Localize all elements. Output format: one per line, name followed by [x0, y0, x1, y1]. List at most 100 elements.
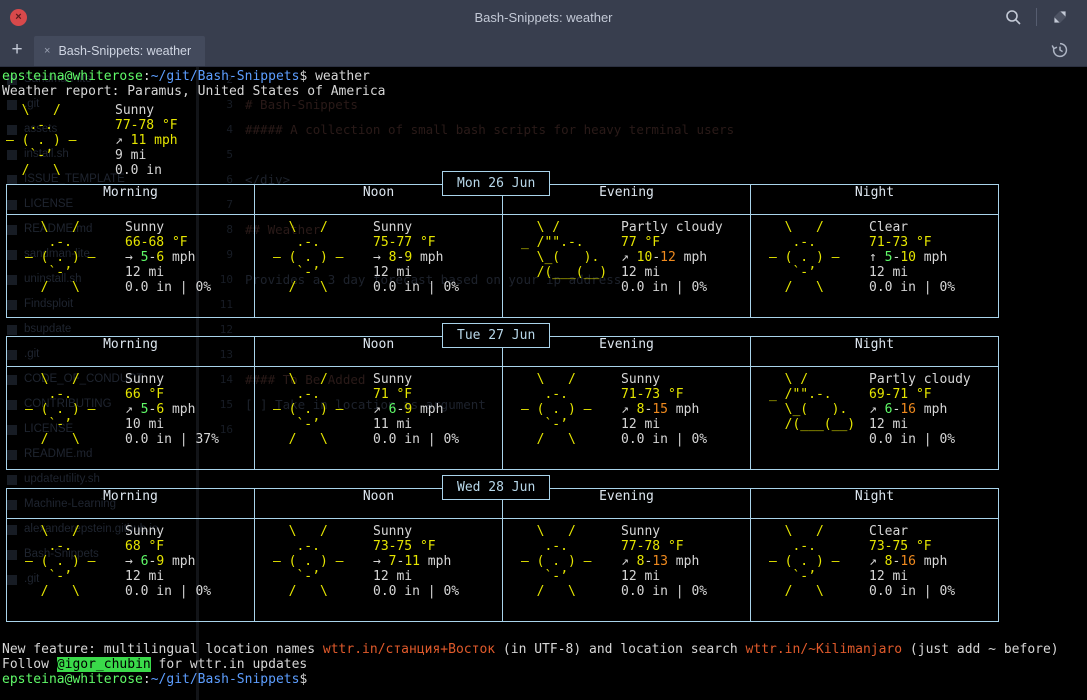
forecast-wind-unit: mph: [915, 250, 948, 265]
current-wind: 11 mph: [130, 133, 178, 148]
forecast-visibility: 12 mi: [373, 265, 413, 280]
wind-arrow-icon: →: [373, 250, 389, 265]
current-visibility: 9 mi: [115, 148, 147, 163]
forecast-wind-high: 13: [652, 554, 668, 569]
forecast-wind-unit: mph: [419, 554, 452, 569]
forecast-temperature: 68 °F: [125, 539, 165, 554]
sun-icon: \ / .-. ― ( . ) ― `-’ / \: [25, 372, 96, 447]
current-weather-icon: \ / .-. ― ( . ) ― `-’ / \: [6, 103, 77, 178]
forecast-wind-high: 6: [156, 402, 165, 417]
forecast-day-block: Tue 27 Jun Morning Noon Evening Night \ / .-…: [6, 323, 999, 470]
forecast-data-row: \ / .-. ― ( . ) ― `-’ / \ Sunny 68 °F → …: [6, 518, 999, 622]
forecast-precipitation: 0.0 in | 0%: [125, 280, 212, 295]
forecast-precipitation: 0.0 in | 0%: [373, 280, 460, 295]
final-prompt-line[interactable]: epsteina@whiterose:~/git/Bash-Snippets$: [2, 672, 1087, 687]
forecast-wind-unit: mph: [164, 554, 196, 569]
forecast-precipitation: 0.0 in | 37%: [125, 432, 219, 447]
current-precipitation: 0.0 in: [115, 163, 162, 178]
forecast-day-block: Mon 26 Jun Morning Noon Evening Night \ / .-…: [6, 171, 999, 318]
new-tab-button[interactable]: +: [0, 33, 34, 66]
forecast-wind-unit: mph: [915, 554, 948, 569]
footer-follow-line: Follow @igor_chubin for wttr.in updates: [2, 657, 1087, 672]
forecast-cell-values: Sunny 71 °F ↗ 6-9 mph 11 mi 0.0 in | 0%: [373, 372, 459, 447]
tab-bash-snippets-weather[interactable]: × Bash-Snippets: weather: [34, 36, 206, 66]
search-button[interactable]: [998, 0, 1028, 34]
footer-link-2[interactable]: wttr.in/~Kilimanjaro: [746, 642, 903, 657]
weather-report-location: Weather report: Paramus, United States o…: [2, 84, 386, 99]
wind-arrow-icon: →: [125, 554, 141, 569]
footer-twitter-handle[interactable]: @igor_chubin: [56, 657, 151, 672]
forecast-cell-values: Sunny 68 °F → 6-9 mph 12 mi 0.0 in | 0%: [125, 524, 211, 599]
forecast-condition: Partly cloudy: [621, 220, 723, 235]
forecast-precipitation: 0.0 in | 0%: [869, 280, 956, 295]
forecast-column-header: Night: [750, 488, 999, 519]
forecast-cell-values: Partly cloudy 69-71 °F ↗ 6-16 mph 12 mi …: [869, 372, 971, 447]
footer-text-pre: New feature: multilingual location names: [2, 642, 323, 657]
forecast-wind-high: 16: [900, 554, 916, 569]
forecast-wind-high: 15: [652, 402, 668, 417]
wind-arrow-icon: ↗: [869, 402, 885, 417]
forecast-precipitation: 0.0 in | 0%: [621, 432, 708, 447]
sun-icon: \ / .-. ― ( . ) ― `-’ / \: [521, 524, 592, 599]
window-close-button[interactable]: ×: [10, 8, 27, 26]
sun-icon: \ / .-. ― ( . ) ― `-’ / \: [273, 524, 344, 599]
wind-arrow-icon: ↗: [373, 402, 389, 417]
forecast-cell: \ / .-. ― ( . ) ― `-’ / \ Sunny 71 °F ↗ …: [254, 366, 503, 470]
forecast-precipitation: 0.0 in | 0%: [621, 584, 708, 599]
forecast-wind-unit: mph: [915, 402, 948, 417]
footer-link-1[interactable]: wttr.in/станция+Восток: [323, 642, 495, 657]
forecast-precipitation: 0.0 in | 0%: [869, 584, 956, 599]
forecast-wind-unit: mph: [164, 402, 196, 417]
wind-arrow-icon: →: [125, 250, 141, 265]
tab-label: Bash-Snippets: weather: [58, 44, 192, 58]
current-wind-arrow-icon: ↗: [115, 133, 123, 148]
forecast-temperature: 69-71 °F: [869, 387, 932, 402]
history-button[interactable]: [1045, 33, 1075, 67]
terminal-body[interactable]: Sandman-lite .git assets install.sh ISSUE_TE…: [0, 67, 1087, 700]
forecast-wind-unit: mph: [164, 250, 196, 265]
forecast-condition: Partly cloudy: [869, 372, 971, 387]
wind-arrow-icon: ↑: [869, 250, 885, 265]
forecast-precipitation: 0.0 in | 0%: [373, 432, 460, 447]
expand-icon: [1054, 11, 1066, 23]
forecast-cell: \ / .-. ― ( . ) ― `-’ / \ Sunny 75-77 °F…: [254, 214, 503, 318]
partly-cloudy-icon: \ / _ /"".-. \_( ). /(___(__): [521, 220, 608, 280]
forecast-cell: \ / _ /"".-. \_( ). /(___(__) Partly clo…: [502, 214, 751, 318]
forecast-temperature: 66-68 °F: [125, 235, 188, 250]
forecast-condition: Sunny: [125, 220, 165, 235]
forecast-visibility: 12 mi: [869, 569, 909, 584]
forecast-cell-values: Clear 73-75 °F ↗ 8-16 mph 12 mi 0.0 in |…: [869, 524, 955, 599]
forecast-data-row: \ / .-. ― ( . ) ― `-’ / \ Sunny 66 °F ↗ …: [6, 366, 999, 470]
forecast-container: Mon 26 Jun Morning Noon Evening Night \ / .-…: [0, 171, 1087, 622]
forecast-cell: \ / .-. ― ( . ) ― `-’ / \ Sunny 77-78 °F…: [502, 518, 751, 622]
forecast-cell: \ / .-. ― ( . ) ― `-’ / \ Sunny 71-73 °F…: [502, 366, 751, 470]
weather-report-header: Weather report: Paramus, United States o…: [0, 84, 1087, 99]
forecast-wind-unit: mph: [675, 250, 708, 265]
forecast-temperature: 73-75 °F: [869, 539, 932, 554]
forecast-wind-high: 12: [660, 250, 676, 265]
forecast-temperature: 71-73 °F: [621, 387, 684, 402]
forecast-temperature: 77 °F: [621, 235, 661, 250]
forecast-cell-values: Clear 71-73 °F ↑ 5-10 mph 12 mi 0.0 in |…: [869, 220, 955, 295]
forecast-condition: Sunny: [621, 372, 661, 387]
forecast-condition: Clear: [869, 524, 909, 539]
forecast-column-header: Morning: [6, 336, 255, 367]
forecast-visibility: 12 mi: [869, 265, 909, 280]
forecast-column-header: Night: [750, 336, 999, 367]
forecast-wind-low: 10: [636, 250, 653, 265]
forecast-date-label: Wed 28 Jun: [442, 475, 551, 500]
forecast-cell-values: Sunny 73-75 °F → 7-11 mph 12 mi 0.0 in |…: [373, 524, 459, 599]
window-titlebar: × Bash-Snippets: weather: [0, 0, 1087, 34]
expand-button[interactable]: [1045, 0, 1075, 34]
forecast-column-header: Morning: [6, 488, 255, 519]
forecast-visibility: 12 mi: [125, 569, 165, 584]
forecast-date-label: Tue 27 Jun: [442, 323, 551, 348]
footer-new-feature-line: New feature: multilingual location names…: [2, 642, 1087, 657]
tab-close-icon[interactable]: ×: [44, 45, 50, 57]
sun-icon: \ / .-. ― ( . ) ― `-’ / \: [769, 524, 840, 599]
forecast-visibility: 12 mi: [125, 265, 165, 280]
forecast-cell-values: Sunny 75-77 °F → 8-9 mph 12 mi 0.0 in | …: [373, 220, 459, 295]
window-title: Bash-Snippets: weather: [474, 9, 613, 25]
command-prompt-line: epsteina@whiterose:~/git/Bash-Snippets$ …: [0, 69, 1087, 84]
forecast-cell: \ / .-. ― ( . ) ― `-’ / \ Clear 73-75 °F…: [750, 518, 999, 622]
